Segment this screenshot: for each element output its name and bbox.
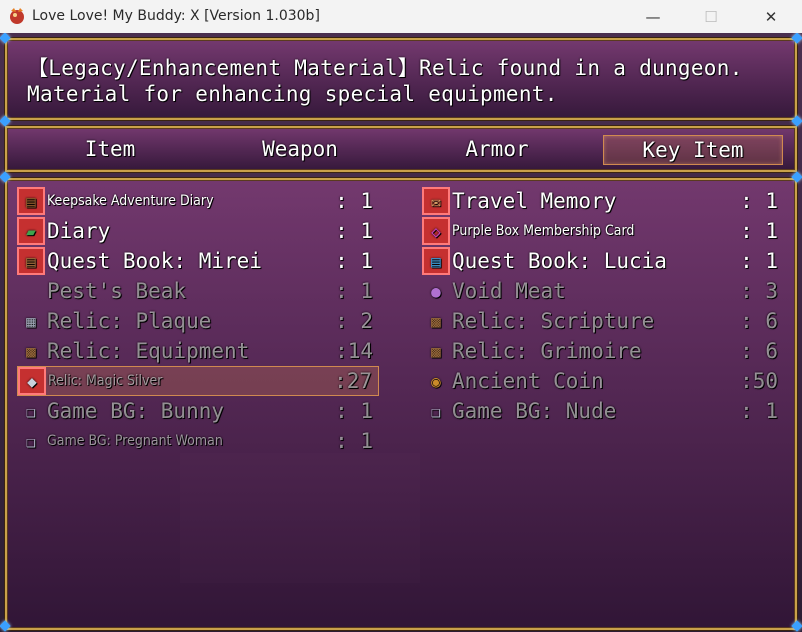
list-item[interactable]: ▩ Relic: Scripture : 6 bbox=[422, 306, 784, 336]
blank-icon bbox=[17, 277, 45, 305]
item-list-window: ▤ Keepsake Adventure Diary: 1 ▰ Diary: 1 ▤ Qu… bbox=[5, 178, 797, 630]
window-title: Love Love! My Buddy: X [Version 1.030b] bbox=[32, 8, 320, 24]
open-book-icon: ❏ bbox=[26, 431, 36, 451]
item-name: Relic: Magic Silver bbox=[48, 373, 163, 389]
list-item[interactable]: ❏ Game BG: Pregnant Woman : 1 bbox=[17, 426, 379, 456]
item-name: Void Meat bbox=[452, 279, 566, 303]
coin-icon: ◉ bbox=[431, 371, 441, 391]
list-item[interactable]: ▩ Relic: Equipment :14 bbox=[17, 336, 379, 366]
list-item[interactable]: ▤ Keepsake Adventure Diary : 1 bbox=[17, 186, 379, 216]
item-quantity: : 1 bbox=[335, 219, 373, 243]
green-book-icon: ▰ bbox=[17, 217, 45, 245]
item-name: Quest Book: Mirei bbox=[47, 249, 262, 273]
chest-icon: ▩ bbox=[431, 341, 441, 361]
orb-icon: ● bbox=[431, 281, 441, 301]
list-item[interactable]: ❏ Game BG: Nude : 1 bbox=[422, 396, 784, 426]
open-book-icon: ❏ bbox=[431, 401, 441, 421]
chest-icon: ▩ bbox=[431, 311, 441, 331]
list-item[interactable]: ✉ Travel Memory : 1 bbox=[422, 186, 784, 216]
item-quantity: : 1 bbox=[335, 279, 373, 303]
book-icon: ▤ bbox=[17, 247, 45, 275]
item-quantity: :14 bbox=[335, 339, 373, 363]
tab-key-item[interactable]: Key Item bbox=[603, 135, 783, 165]
list-item[interactable]: ▩ Relic: Grimoire : 6 bbox=[422, 336, 784, 366]
game-screen: 【Legacy/Enhancement Material】Relic found… bbox=[0, 33, 802, 632]
item-name: Purple Box Membership Card bbox=[452, 223, 635, 239]
list-item[interactable]: ● Void Meat : 3 bbox=[422, 276, 784, 306]
help-window: 【Legacy/Enhancement Material】Relic found… bbox=[5, 38, 797, 120]
list-item[interactable]: ◆ Relic: Magic Silver :27 bbox=[17, 366, 379, 396]
map-icon: ✉ bbox=[422, 187, 450, 215]
item-name: Quest Book: Lucia bbox=[452, 249, 667, 273]
app-icon bbox=[10, 8, 24, 24]
list-item[interactable]: ▤ Quest Book: Mirei : 1 bbox=[17, 246, 379, 276]
item-quantity: : 2 bbox=[335, 309, 373, 333]
item-quantity: : 6 bbox=[740, 309, 778, 333]
plaque-icon: ▦ bbox=[26, 311, 36, 331]
item-quantity: : 1 bbox=[335, 189, 373, 213]
item-name: Relic: Grimoire bbox=[452, 339, 642, 363]
item-quantity: : 1 bbox=[740, 399, 778, 423]
diary-icon: ▤ bbox=[17, 187, 45, 215]
item-name: Game BG: Nude bbox=[452, 399, 617, 423]
item-quantity: : 6 bbox=[740, 339, 778, 363]
silver-icon: ◆ bbox=[18, 367, 46, 395]
item-name: Relic: Scripture bbox=[452, 309, 655, 333]
item-name: Game BG: Pregnant Woman bbox=[47, 433, 223, 449]
list-item[interactable]: ▰ Diary : 1 bbox=[17, 216, 379, 246]
item-name: Travel Memory bbox=[452, 189, 617, 213]
maximize-button[interactable]: ☐ bbox=[688, 0, 734, 33]
item-name: Relic: Equipment bbox=[47, 339, 250, 363]
item-quantity: : 1 bbox=[335, 399, 373, 423]
tab-armor[interactable]: Armor bbox=[422, 135, 572, 163]
item-quantity: : 1 bbox=[335, 249, 373, 273]
tab-item[interactable]: Item bbox=[35, 135, 185, 163]
item-quantity: : 1 bbox=[740, 189, 778, 213]
category-window: Item Weapon Armor Key Item bbox=[5, 126, 797, 172]
window-title-bar: Love Love! My Buddy: X [Version 1.030b] … bbox=[0, 0, 802, 34]
close-button[interactable]: ✕ bbox=[748, 0, 794, 33]
blue-book-icon: ▤ bbox=[422, 247, 450, 275]
open-book-icon: ❏ bbox=[26, 401, 36, 421]
tab-weapon[interactable]: Weapon bbox=[225, 135, 375, 163]
item-name: Game BG: Bunny bbox=[47, 399, 225, 423]
item-name: Relic: Plaque bbox=[47, 309, 212, 333]
item-name: Ancient Coin bbox=[452, 369, 604, 393]
item-name: Pest's Beak bbox=[47, 279, 187, 303]
chest-icon: ▩ bbox=[26, 341, 36, 361]
item-quantity: : 1 bbox=[740, 219, 778, 243]
item-quantity: :27 bbox=[334, 369, 372, 393]
item-name: Diary bbox=[47, 219, 111, 243]
list-item[interactable]: Pest's Beak : 1 bbox=[17, 276, 379, 306]
list-item[interactable]: ▦ Relic: Plaque : 2 bbox=[17, 306, 379, 336]
help-text-line-1: 【Legacy/Enhancement Material】Relic found… bbox=[27, 56, 743, 80]
help-text-line-2: Material for enhancing special equipment… bbox=[27, 82, 558, 106]
list-item[interactable]: ◉ Ancient Coin :50 bbox=[422, 366, 784, 396]
item-quantity: : 3 bbox=[740, 279, 778, 303]
list-item[interactable]: ▤ Quest Book: Lucia : 1 bbox=[422, 246, 784, 276]
card-icon: ◇ bbox=[422, 217, 450, 245]
list-item[interactable]: ◇ Purple Box Membership Card : 1 bbox=[422, 216, 784, 246]
item-quantity: :50 bbox=[740, 369, 778, 393]
minimize-button[interactable]: — bbox=[630, 0, 676, 33]
item-name: Keepsake Adventure Diary bbox=[47, 193, 214, 209]
item-quantity: : 1 bbox=[335, 429, 373, 453]
list-item[interactable]: ❏ Game BG: Bunny : 1 bbox=[17, 396, 379, 426]
item-quantity: : 1 bbox=[740, 249, 778, 273]
